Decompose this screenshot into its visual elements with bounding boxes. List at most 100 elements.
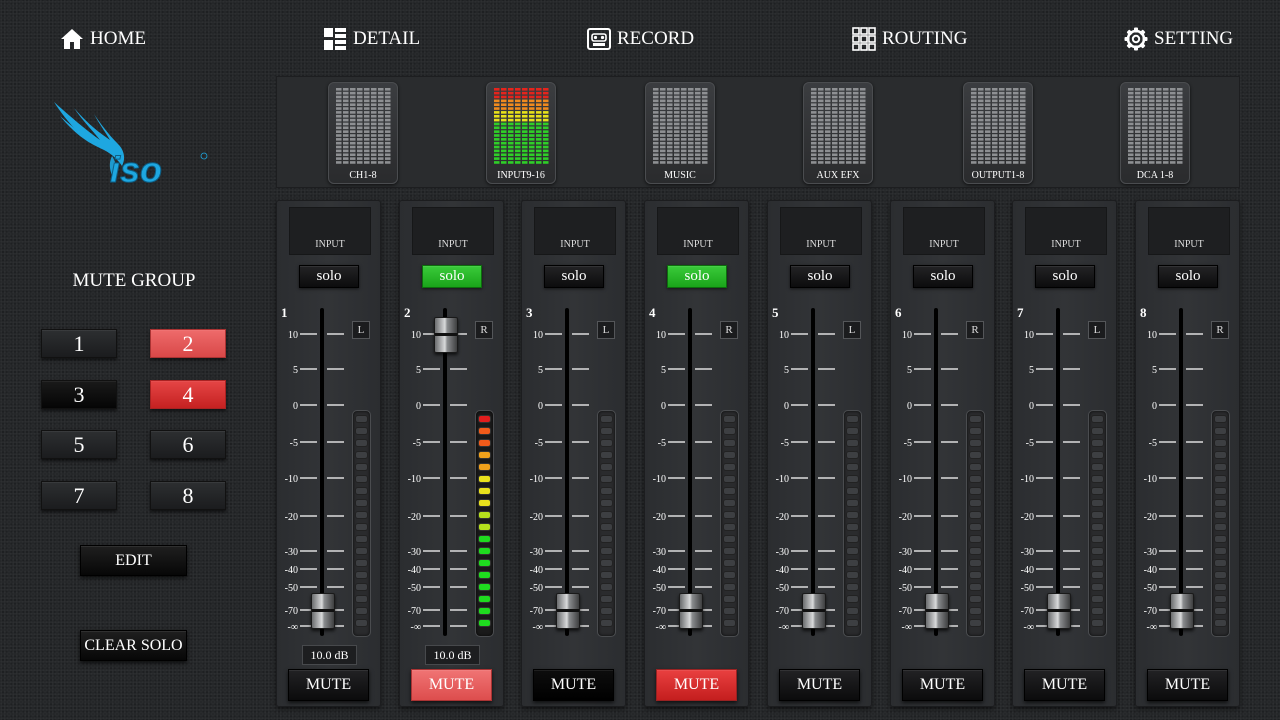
fader-knob[interactable] (925, 593, 949, 629)
fader-track[interactable] (1056, 308, 1060, 636)
solo-button[interactable]: solo (544, 265, 604, 288)
fader-knob[interactable] (311, 593, 335, 629)
meter-led (478, 523, 491, 531)
bank-dca1-8[interactable]: DCA 1-8 (1120, 82, 1190, 184)
home-icon (61, 29, 83, 49)
clear-solo-button[interactable]: CLEAR SOLO (80, 630, 187, 661)
meter-led (600, 511, 613, 519)
mute-group-button-6[interactable]: 6 (150, 430, 226, 459)
fader-track[interactable] (443, 308, 447, 636)
fader-knob[interactable] (434, 317, 458, 353)
solo-button[interactable]: solo (667, 265, 727, 288)
mute-button[interactable]: MUTE (411, 669, 492, 701)
fader-track[interactable] (320, 308, 324, 636)
fader-knob[interactable] (556, 593, 580, 629)
meter-led (723, 475, 736, 483)
nav-home-label: HOME (90, 28, 146, 49)
brand-logo: iso (54, 102, 208, 188)
channel-strip-5: INPUT solo 5 L 10 5 0 -5 -10 -20 -30 -40 -50 -70-… (767, 200, 872, 707)
nav-setting[interactable]: SETTING (1124, 25, 1233, 53)
bank-output1-8[interactable]: OUTPUT1-8 (963, 82, 1033, 184)
mute-button[interactable]: MUTE (533, 669, 614, 701)
fader-track[interactable] (1179, 308, 1183, 636)
channel-strip-3: INPUT solo 3 L 10 5 0 -5 -10 -20 -30 -40 -50 -70-… (521, 200, 626, 707)
meter-led (846, 415, 859, 423)
scale-label: -50 (408, 583, 421, 594)
edit-button[interactable]: EDIT (80, 545, 187, 576)
meter-led (1214, 523, 1227, 531)
scale-label: -40 (285, 565, 298, 576)
mute-group-button-3[interactable]: 3 (41, 380, 117, 409)
nav-routing[interactable]: ROUTING (852, 25, 968, 53)
meter-led (355, 475, 368, 483)
meter-led (355, 439, 368, 447)
meter-led (723, 607, 736, 615)
channel-display: INPUT (534, 207, 616, 255)
bank-input9-16[interactable]: INPUT9-16 (486, 82, 556, 184)
nav-home[interactable]: HOME (60, 25, 146, 53)
mute-button[interactable]: MUTE (779, 669, 860, 701)
channel-side-badge: L (1088, 321, 1106, 339)
mute-group-button-5[interactable]: 5 (41, 430, 117, 459)
nav-record[interactable]: RECORD (587, 25, 694, 53)
meter-led (846, 499, 859, 507)
fader-knob[interactable] (679, 593, 703, 629)
meter-led (969, 463, 982, 471)
mute-group-button-1[interactable]: 1 (41, 329, 117, 358)
fader-track[interactable] (688, 308, 692, 636)
scale-label: -5 (413, 438, 421, 449)
bank-label: OUTPUT1-8 (971, 170, 1025, 181)
scale-label: -70 (408, 606, 421, 617)
scale-label: -50 (653, 583, 666, 594)
channel-display-label: INPUT (438, 239, 468, 250)
meter-led (1091, 595, 1104, 603)
fader-knob[interactable] (1047, 593, 1071, 629)
solo-button[interactable]: solo (913, 265, 973, 288)
meter-led (478, 427, 491, 435)
mute-button[interactable]: MUTE (656, 669, 737, 701)
meter-led (1091, 487, 1104, 495)
nav-detail[interactable]: DETAIL (323, 25, 420, 53)
meter-led (1091, 547, 1104, 555)
fader-db-readout: 10.0 dB (302, 645, 357, 665)
channel-display-label: INPUT (315, 239, 345, 250)
bank-meter-icon (336, 88, 391, 164)
mute-group-button-2[interactable]: 2 (150, 329, 226, 358)
mute-button[interactable]: MUTE (1147, 669, 1228, 701)
solo-button[interactable]: solo (422, 265, 482, 288)
meter-led (355, 427, 368, 435)
solo-button[interactable]: solo (1158, 265, 1218, 288)
meter-led (600, 547, 613, 555)
fader-knob[interactable] (802, 593, 826, 629)
bank-ch1-8[interactable]: CH1-8 (328, 82, 398, 184)
scale-label: 0 (907, 401, 912, 412)
mute-group-button-4[interactable]: 4 (150, 380, 226, 409)
meter-led (846, 427, 859, 435)
mute-group-button-8[interactable]: 8 (150, 481, 226, 510)
scale-label: -5 (781, 438, 789, 449)
solo-button[interactable]: solo (299, 265, 359, 288)
meter-led (478, 439, 491, 447)
channel-strip-6: INPUT solo 6 R 10 5 0 -5 -10 -20 -30 -40 -50 -70-… (890, 200, 995, 707)
bank-music[interactable]: MUSIC (645, 82, 715, 184)
mute-button[interactable]: MUTE (902, 669, 983, 701)
scale-label: 0 (661, 401, 666, 412)
solo-button[interactable]: solo (790, 265, 850, 288)
meter-led (478, 535, 491, 543)
meter-led (355, 607, 368, 615)
fader-track[interactable] (934, 308, 938, 636)
fader-track[interactable] (565, 308, 569, 636)
channel-side-badge: R (1211, 321, 1229, 339)
fader-track[interactable] (811, 308, 815, 636)
mute-button[interactable]: MUTE (1024, 669, 1105, 701)
scale-label: -10 (1021, 474, 1034, 485)
bank-aux-efx[interactable]: AUX EFX (803, 82, 873, 184)
meter-led (1214, 607, 1227, 615)
mute-group-button-7[interactable]: 7 (41, 481, 117, 510)
scale-label: -∞ (656, 622, 666, 633)
solo-button[interactable]: solo (1035, 265, 1095, 288)
fader-knob[interactable] (1170, 593, 1194, 629)
meter-led (600, 415, 613, 423)
meter-led (969, 583, 982, 591)
mute-button[interactable]: MUTE (288, 669, 369, 701)
